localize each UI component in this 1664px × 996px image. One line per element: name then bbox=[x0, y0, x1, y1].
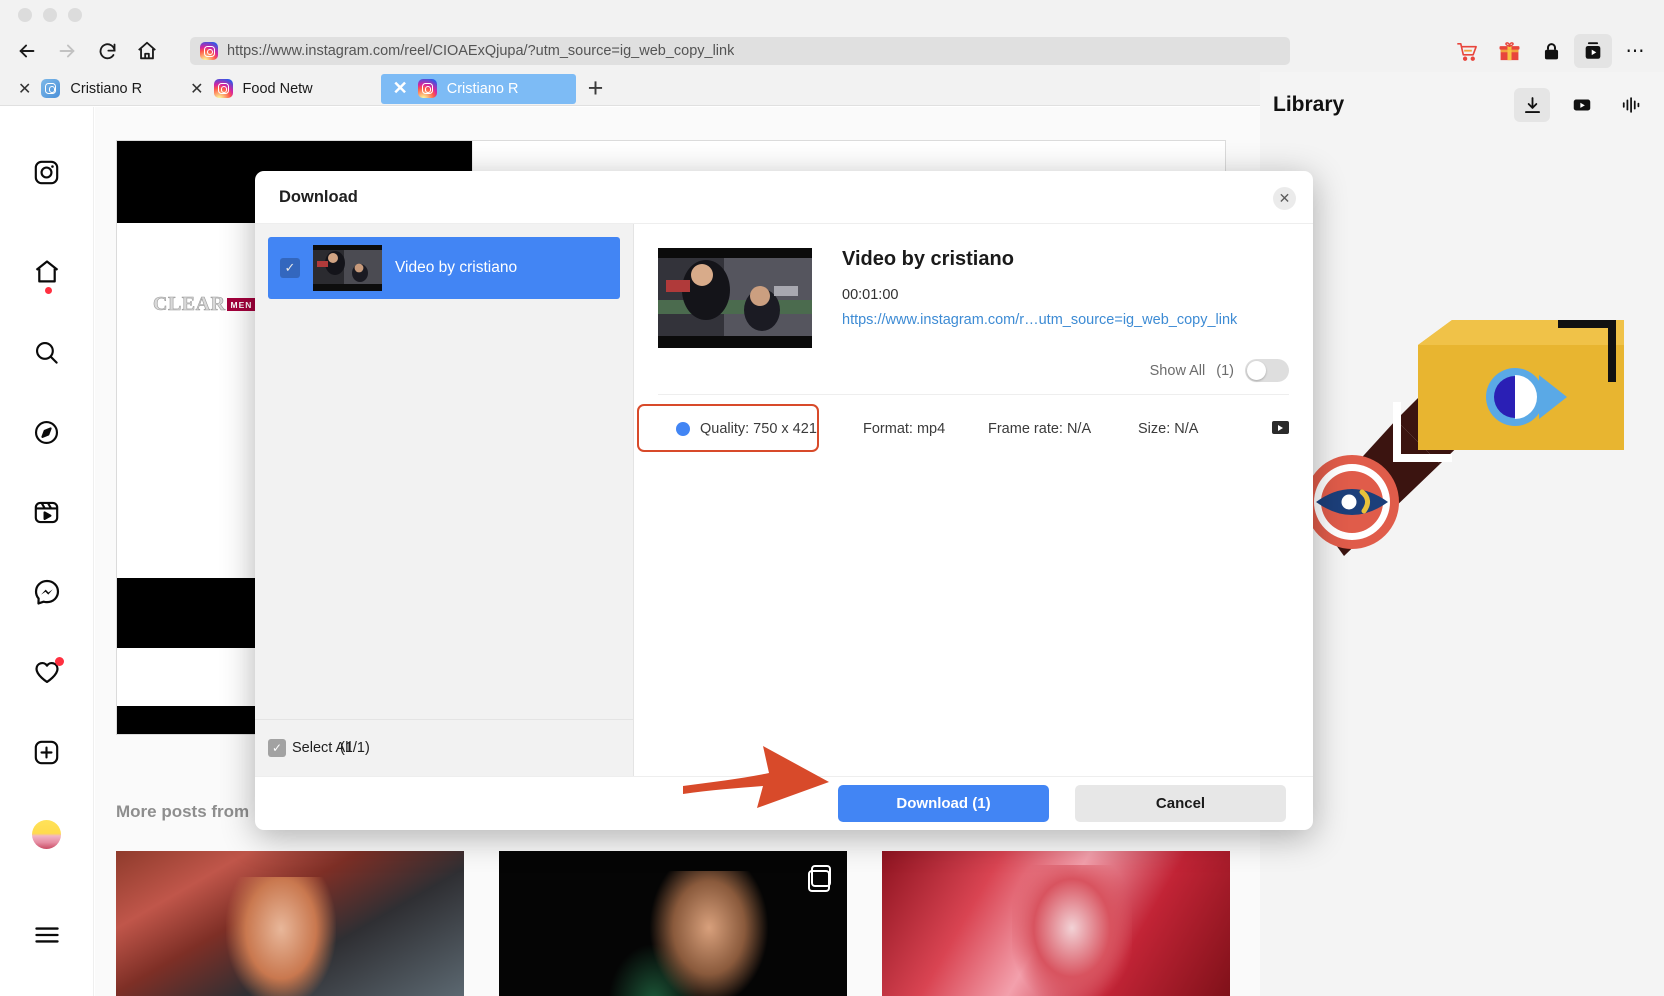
create-plus-icon[interactable] bbox=[22, 727, 72, 777]
more-options-icon[interactable]: ⋯ bbox=[1616, 34, 1654, 68]
instagram-sidebar bbox=[0, 107, 94, 996]
instagram-favicon bbox=[418, 79, 437, 98]
show-all-label: Show All bbox=[1150, 363, 1206, 379]
carousel-icon bbox=[811, 865, 831, 887]
tab-label: Cristiano R bbox=[447, 81, 519, 97]
window-controls[interactable] bbox=[18, 8, 82, 22]
post-thumbnail-2[interactable] bbox=[499, 851, 847, 996]
select-all-checkbox[interactable]: ✓ bbox=[268, 739, 286, 757]
show-all-count: (1) bbox=[1216, 363, 1234, 379]
library-header: Library bbox=[1260, 72, 1664, 138]
tab-food-network[interactable]: ✕ Food Netw bbox=[178, 74, 325, 104]
back-arrow-icon[interactable] bbox=[10, 34, 44, 68]
orange-arrow-annotation bbox=[683, 742, 831, 814]
item-checkbox[interactable]: ✓ bbox=[280, 258, 300, 278]
video-downloader-icon[interactable] bbox=[1574, 34, 1612, 68]
post-thumbnail-1[interactable] bbox=[116, 851, 464, 996]
refresh-favicon bbox=[41, 79, 60, 98]
detail-thumbnail bbox=[658, 248, 812, 348]
profile-avatar[interactable] bbox=[22, 809, 72, 859]
close-icon[interactable]: ✕ bbox=[1273, 187, 1296, 210]
show-all-row: Show All (1) bbox=[634, 359, 1313, 382]
detail-divider bbox=[658, 394, 1289, 395]
messenger-icon[interactable] bbox=[22, 567, 72, 617]
detail-header: Video by cristiano 00:01:00 https://www.… bbox=[634, 224, 1313, 348]
download-list: ✓ bbox=[255, 224, 633, 719]
url-text: https://www.instagram.com/reel/CIOAExQju… bbox=[227, 43, 734, 59]
tab-cristiano-r-2[interactable]: ✕ Cristiano R bbox=[381, 74, 576, 104]
address-bar[interactable]: https://www.instagram.com/reel/CIOAExQju… bbox=[190, 37, 1290, 65]
window-titlebar bbox=[0, 0, 1664, 30]
item-label: Video by cristiano bbox=[395, 259, 517, 277]
close-window-button[interactable] bbox=[18, 8, 32, 22]
show-all-toggle[interactable] bbox=[1245, 359, 1289, 382]
video-icon[interactable] bbox=[1564, 88, 1600, 122]
reload-icon[interactable] bbox=[90, 34, 124, 68]
download-button[interactable]: Download (1) bbox=[838, 785, 1049, 822]
select-all-row[interactable]: ✓ Select All (1/1) bbox=[255, 719, 633, 776]
related-posts-grid bbox=[116, 851, 1230, 996]
forward-arrow-icon bbox=[50, 34, 84, 68]
select-all-count: (1/1) bbox=[340, 740, 370, 756]
explore-icon[interactable] bbox=[22, 407, 72, 457]
site-favicon-icon bbox=[200, 42, 218, 60]
item-thumbnail bbox=[313, 245, 382, 291]
library-toolbar bbox=[1514, 88, 1650, 122]
minimize-window-button[interactable] bbox=[43, 8, 57, 22]
format-options-row: Quality: 750 x 421 Format: mp4 Frame rat… bbox=[634, 405, 1313, 453]
post-thumbnail-3[interactable] bbox=[882, 851, 1230, 996]
dialog-title: Download bbox=[279, 188, 358, 207]
search-icon[interactable] bbox=[22, 327, 72, 377]
maximize-window-button[interactable] bbox=[68, 8, 82, 22]
instagram-favicon bbox=[214, 79, 233, 98]
frame-rate-label: Frame rate: N/A bbox=[988, 421, 1138, 437]
tab-label: Cristiano R bbox=[70, 81, 142, 97]
download-dialog: Download ✕ ✓ bbox=[255, 171, 1313, 830]
lock-icon[interactable] bbox=[1532, 34, 1570, 68]
notifications-heart-icon[interactable] bbox=[22, 647, 72, 697]
format-label: Format: mp4 bbox=[863, 421, 988, 437]
list-item[interactable]: ✓ bbox=[268, 237, 620, 299]
preview-play-icon[interactable] bbox=[1272, 421, 1289, 434]
gift-icon[interactable] bbox=[1490, 34, 1528, 68]
tab-cristiano-r-1[interactable]: ✕ Cristiano R bbox=[6, 74, 154, 104]
reels-icon[interactable] bbox=[22, 487, 72, 537]
close-tab-icon[interactable]: ✕ bbox=[393, 78, 408, 99]
dialog-header: Download ✕ bbox=[255, 171, 1313, 224]
home-icon[interactable] bbox=[22, 247, 72, 297]
toolbar-extensions: ⋯ bbox=[1448, 30, 1654, 72]
tab-label: Food Netw bbox=[243, 81, 313, 97]
quality-highlight-box bbox=[637, 404, 819, 452]
audio-waveform-icon[interactable] bbox=[1614, 88, 1650, 122]
more-posts-heading: More posts from bbox=[116, 802, 249, 822]
cart-icon[interactable] bbox=[1448, 34, 1486, 68]
hamburger-menu-icon[interactable] bbox=[22, 910, 72, 960]
size-label: Size: N/A bbox=[1138, 421, 1198, 437]
clear-men-watermark: CLEAR MEN bbox=[153, 293, 256, 316]
library-title: Library bbox=[1273, 93, 1344, 117]
new-tab-button[interactable]: + bbox=[588, 73, 604, 104]
detail-meta: Video by cristiano 00:01:00 https://www.… bbox=[842, 248, 1237, 348]
instagram-logo[interactable] bbox=[22, 147, 72, 197]
close-tab-icon[interactable]: ✕ bbox=[18, 79, 31, 99]
download-detail-pane: Video by cristiano 00:01:00 https://www.… bbox=[634, 224, 1313, 776]
watermark-sub: MEN bbox=[227, 298, 257, 311]
download-list-pane: ✓ bbox=[255, 224, 634, 776]
screenshot-root: https://www.instagram.com/reel/CIOAExQju… bbox=[0, 0, 1664, 996]
dialog-body: ✓ bbox=[255, 224, 1313, 776]
home-icon[interactable] bbox=[130, 34, 164, 68]
detail-title: Video by cristiano bbox=[842, 248, 1237, 271]
detail-duration: 00:01:00 bbox=[842, 287, 1237, 303]
video-downloader-illustration bbox=[1300, 312, 1624, 572]
downloads-icon[interactable] bbox=[1514, 88, 1550, 122]
detail-url[interactable]: https://www.instagram.com/r…utm_source=i… bbox=[842, 312, 1237, 328]
cancel-button[interactable]: Cancel bbox=[1075, 785, 1286, 822]
library-panel: Library bbox=[1260, 72, 1664, 996]
close-tab-icon[interactable]: ✕ bbox=[190, 79, 203, 99]
watermark-brand: CLEAR bbox=[153, 293, 226, 316]
